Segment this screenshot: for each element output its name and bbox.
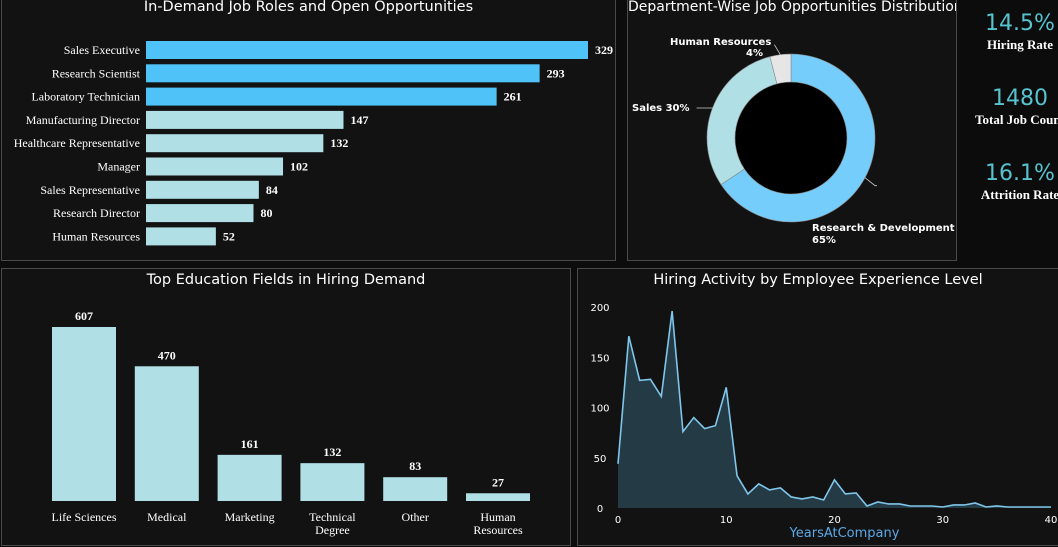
category-label: Sales Executive bbox=[64, 43, 140, 57]
leader-line bbox=[774, 44, 781, 55]
data-label: 83 bbox=[409, 459, 421, 473]
kpi-attrition-rate-value: 16.1% bbox=[985, 161, 1055, 186]
category-label: Laboratory Technician bbox=[31, 90, 140, 104]
bar bbox=[146, 134, 324, 153]
bar bbox=[146, 204, 254, 223]
kpi-hiring-rate-value: 14.5% bbox=[985, 11, 1055, 36]
bar bbox=[146, 180, 259, 199]
data-label: 132 bbox=[330, 136, 348, 150]
category-label: Life Sciences bbox=[52, 510, 117, 524]
slice-label: Sales 30% bbox=[632, 103, 690, 114]
category-label: Marketing bbox=[225, 510, 275, 524]
category-label: Resources bbox=[473, 523, 523, 537]
data-label: 470 bbox=[158, 348, 176, 362]
data-label: 147 bbox=[350, 113, 368, 127]
departments-donut-chart: Research & Development65% Sales 30% Human … bbox=[632, 37, 955, 246]
x-tick-label: 10 bbox=[720, 515, 733, 526]
category-label: Research Scientist bbox=[52, 66, 141, 80]
x-tick-label: 0 bbox=[615, 515, 621, 526]
data-label: 27 bbox=[492, 475, 504, 489]
kpi-total-job-count-value: 1480 bbox=[992, 86, 1048, 111]
kpi-attrition-rate-label: Attrition Rate bbox=[980, 187, 1058, 202]
bar bbox=[300, 463, 365, 501]
job-roles-chart: Sales Executive 329 Research Scientist 293 L… bbox=[14, 41, 613, 246]
education-chart: 607 Life Sciences 470 Medical 161 Marketing 13… bbox=[52, 309, 530, 537]
leader-line bbox=[864, 177, 878, 187]
category-label: Research Director bbox=[53, 206, 140, 220]
bar bbox=[466, 493, 530, 501]
education-panel: Top Education Fields in Hiring Demand 60… bbox=[1, 268, 571, 546]
data-label: 293 bbox=[547, 66, 565, 80]
slice-label: Human Resources bbox=[670, 37, 771, 48]
bar bbox=[146, 64, 540, 83]
job-roles-title: In-Demand Job Roles and Open Opportuniti… bbox=[143, 0, 474, 15]
bar bbox=[146, 110, 344, 129]
data-label: 161 bbox=[241, 437, 259, 451]
x-tick-label: 20 bbox=[828, 515, 841, 526]
donut-hole bbox=[735, 82, 847, 194]
category-label: Sales Representative bbox=[40, 183, 140, 197]
category-label: Manufacturing Director bbox=[26, 113, 140, 127]
experience-chart: 0 50 100 150 200 0 10 20 30 40 YearsAtCompany bbox=[590, 303, 1058, 541]
departments-panel: Department-Wise Job Opportunities Distri… bbox=[627, 0, 957, 261]
area-fill bbox=[618, 311, 1051, 508]
x-tick-label: 40 bbox=[1045, 515, 1058, 526]
bar bbox=[146, 227, 216, 246]
bar bbox=[383, 477, 448, 501]
y-tick-label: 0 bbox=[597, 504, 603, 515]
kpi-hiring-rate: 14.5% Hiring Rate bbox=[960, 11, 1058, 53]
kpi-attrition-rate: 16.1% Attrition Rate bbox=[960, 161, 1058, 203]
bar bbox=[146, 157, 284, 176]
bar bbox=[52, 327, 116, 501]
y-tick-label: 50 bbox=[594, 454, 607, 465]
job-roles-panel: In-Demand Job Roles and Open Opportuniti… bbox=[1, 0, 616, 261]
experience-panel: Hiring Activity by Employee Experience L… bbox=[577, 268, 1058, 546]
data-label: 52 bbox=[223, 229, 235, 243]
category-label: Degree bbox=[315, 523, 350, 537]
category-label: Manager bbox=[97, 160, 140, 174]
data-label: 102 bbox=[290, 160, 308, 174]
category-label: Other bbox=[402, 510, 429, 524]
x-tick-label: 30 bbox=[936, 515, 949, 526]
slice-label: Research & Development bbox=[812, 223, 955, 234]
y-tick-label: 150 bbox=[590, 353, 609, 364]
data-label: 607 bbox=[75, 309, 93, 323]
bar bbox=[146, 87, 497, 106]
category-label: Human Resources bbox=[52, 229, 140, 243]
kpi-hiring-rate-label: Hiring Rate bbox=[986, 37, 1054, 52]
data-label: 261 bbox=[504, 90, 522, 104]
kpi-total-job-count-label: Total Job Count bbox=[975, 112, 1058, 127]
category-label: Medical bbox=[147, 510, 187, 524]
departments-title: Department-Wise Job Opportunities Distri… bbox=[628, 0, 956, 15]
category-label: Technical bbox=[309, 510, 356, 524]
bar bbox=[146, 41, 588, 59]
y-tick-label: 200 bbox=[590, 303, 609, 314]
category-label: Human bbox=[480, 510, 515, 524]
y-tick-label: 100 bbox=[590, 404, 609, 415]
slice-value: 4% bbox=[746, 48, 763, 59]
data-label: 132 bbox=[323, 445, 341, 459]
data-label: 80 bbox=[260, 206, 272, 220]
bar bbox=[217, 454, 282, 501]
data-label: 329 bbox=[595, 43, 613, 57]
slice-value: 65% bbox=[812, 235, 836, 246]
category-label: Healthcare Representative bbox=[14, 136, 140, 150]
bar bbox=[134, 366, 199, 501]
x-axis-label: YearsAtCompany bbox=[789, 526, 900, 541]
data-label: 84 bbox=[266, 183, 278, 197]
kpi-total-job-count: 1480 Total Job Count bbox=[960, 86, 1058, 128]
